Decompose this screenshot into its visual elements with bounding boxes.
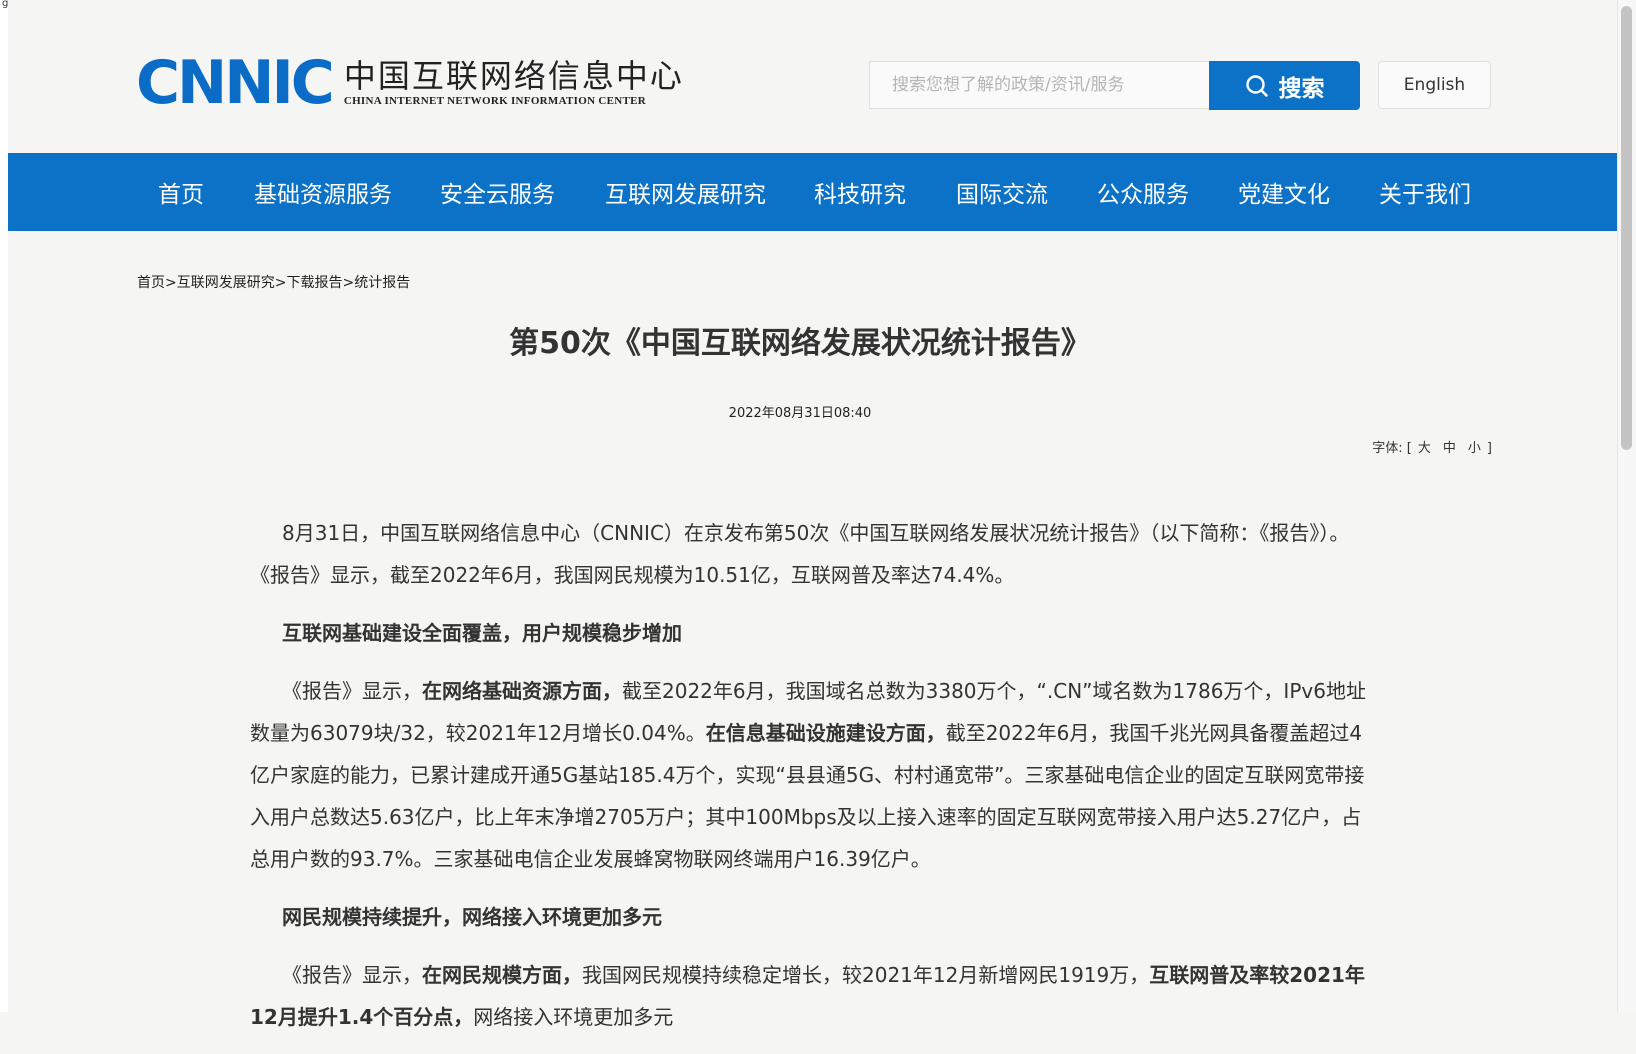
section-heading: 网民规模持续提升，网络接入环境更加多元	[282, 905, 662, 929]
vertical-scrollbar[interactable]	[1617, 0, 1636, 1012]
article-paragraph: 8月31日，中国互联网络信息中心（CNNIC）在京发布第50次《中国互联网络发展…	[250, 521, 1350, 587]
font-size-small[interactable]: 小	[1462, 441, 1487, 456]
bold-text-run: 在网络基础资源方面，	[422, 679, 622, 703]
search-button[interactable]: 搜索	[1209, 61, 1360, 110]
nav-item-international[interactable]: 国际交流	[956, 153, 1048, 231]
nav-item-internet-research[interactable]: 互联网发展研究	[605, 153, 766, 231]
nav-item-basic-resources[interactable]: 基础资源服务	[254, 153, 392, 231]
breadcrumb-item-download-reports[interactable]: 下载报告	[286, 275, 342, 291]
breadcrumb: 首页>互联网发展研究>下载报告>统计报告	[137, 272, 410, 292]
breadcrumb-item-home[interactable]: 首页	[137, 275, 165, 291]
publish-date: 2022年08月31日08:40	[728, 406, 872, 421]
article-paragraph: 《报告》显示，在网民规模方面，我国网民规模持续稳定增长，较2021年12月新增网…	[250, 954, 1378, 1038]
logo-chinese-name: 中国互联网络信息中心	[343, 57, 684, 95]
nav-item-public-service[interactable]: 公众服务	[1097, 153, 1189, 231]
main-nav: 首页 基础资源服务 安全云服务 互联网发展研究 科技研究 国际交流 公众服务 党…	[8, 153, 1618, 231]
cnnic-logo[interactable]: CNNIC 中国互联网络信息中心 CHINA INTERNET NETWORK …	[136, 48, 684, 118]
english-link[interactable]: English	[1378, 61, 1491, 109]
search-button-label: 搜索	[1278, 75, 1325, 102]
text-run: 《报告》显示，	[282, 679, 422, 703]
text-run: 《报告》显示，	[282, 963, 422, 987]
breadcrumb-item-internet-research[interactable]: 互联网发展研究	[177, 275, 275, 291]
font-size-medium[interactable]: 中	[1437, 441, 1462, 456]
text-run: 我国网民规模持续稳定增长，较2021年12月新增网民1919万，	[582, 963, 1150, 987]
font-size-bracket-close: ]	[1486, 441, 1492, 456]
scrollbar-thumb[interactable]	[1621, 6, 1632, 450]
breadcrumb-separator: >	[165, 275, 177, 291]
section-heading: 互联网基础建设全面覆盖，用户规模稳步增加	[282, 621, 682, 645]
logo-english-name: CHINA INTERNET NETWORK INFORMATION CENTE…	[343, 95, 647, 107]
bold-text-run: 在信息基础设施建设方面，	[705, 721, 946, 745]
nav-item-security-cloud[interactable]: 安全云服务	[440, 153, 555, 231]
page-title: 第50次《中国互联网络发展状况统计报告》	[509, 326, 1091, 361]
nav-item-party-culture[interactable]: 党建文化	[1238, 153, 1330, 231]
page-marker: g	[2, 0, 9, 9]
bold-text-run: 在网民规模方面，	[422, 963, 582, 987]
breadcrumb-separator: >	[274, 275, 287, 291]
search-box	[869, 61, 1210, 109]
text-run: 网络接入环境更加多元	[473, 1005, 674, 1029]
font-size-large[interactable]: 大	[1412, 441, 1437, 456]
left-window-edge: g	[0, 0, 8, 1012]
nav-item-about-us[interactable]: 关于我们	[1379, 153, 1471, 231]
search-icon	[1245, 74, 1268, 97]
nav-item-tech-research[interactable]: 科技研究	[814, 153, 906, 231]
logo-text: 中国互联网络信息中心 CHINA INTERNET NETWORK INFORM…	[344, 59, 684, 107]
breadcrumb-separator: >	[342, 275, 355, 291]
article-body: 8月31日，中国互联网络信息中心（CNNIC）在京发布第50次《中国互联网络发展…	[250, 512, 1378, 1054]
article-paragraph: 《报告》显示，在网络基础资源方面，截至2022年6月，我国域名总数为3380万个…	[250, 670, 1378, 880]
breadcrumb-item-statistical-reports[interactable]: 统计报告	[354, 275, 410, 291]
search-input[interactable]	[870, 62, 1209, 108]
font-size-label: 字体:	[1372, 441, 1403, 456]
font-size-control: 字体: [大中小]	[1372, 437, 1492, 456]
logo-mark: CNNIC	[136, 48, 335, 118]
nav-item-home[interactable]: 首页	[158, 153, 204, 231]
